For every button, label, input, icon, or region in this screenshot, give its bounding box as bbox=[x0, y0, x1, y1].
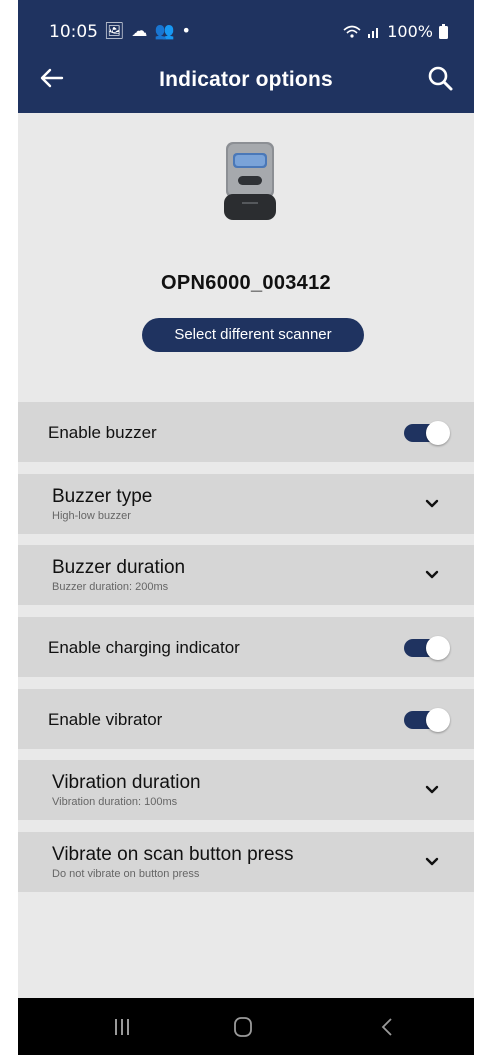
setting-label: Enable buzzer bbox=[48, 423, 157, 442]
select-different-scanner-button[interactable]: Select different scanner bbox=[142, 318, 364, 352]
setting-label: Vibration duration bbox=[52, 772, 201, 793]
toggle-knob bbox=[426, 636, 450, 660]
setting-value: Buzzer duration: 200ms bbox=[52, 581, 169, 593]
battery-icon bbox=[439, 24, 448, 39]
toggle-knob bbox=[426, 421, 450, 445]
signal-icon bbox=[368, 27, 379, 38]
setting-vibrate-on-scan-button-press[interactable]: Vibrate on scan button press Do not vibr… bbox=[18, 832, 474, 892]
phone-screen: 10:05 🖼 ☁ 👥 • 100% Indicator options OPN… bbox=[18, 0, 474, 1055]
search-icon[interactable] bbox=[426, 64, 454, 92]
home-icon[interactable] bbox=[232, 1016, 254, 1038]
setting-enable-buzzer[interactable]: Enable buzzer bbox=[18, 402, 474, 462]
toggle-knob bbox=[426, 708, 450, 732]
setting-label: Buzzer type bbox=[52, 486, 153, 507]
wifi-icon bbox=[343, 25, 361, 38]
setting-label: Buzzer duration bbox=[52, 557, 186, 578]
app-bar: Indicator options bbox=[18, 52, 474, 113]
enable-buzzer-toggle[interactable] bbox=[404, 421, 450, 445]
setting-buzzer-type[interactable]: Buzzer type High-low buzzer bbox=[18, 474, 474, 534]
recent-apps-icon[interactable] bbox=[114, 1018, 130, 1036]
setting-enable-vibrator[interactable]: Enable vibrator bbox=[18, 689, 474, 749]
system-nav-bar bbox=[18, 998, 474, 1055]
setting-value: Vibration duration: 100ms bbox=[52, 796, 178, 808]
enable-vibrator-toggle[interactable] bbox=[404, 708, 450, 732]
enable-charging-indicator-toggle[interactable] bbox=[404, 636, 450, 660]
scanner-name: OPN6000_003412 bbox=[161, 272, 331, 294]
scanner-device-image bbox=[224, 142, 276, 220]
chevron-down-icon[interactable] bbox=[424, 496, 440, 512]
back-nav-icon[interactable] bbox=[380, 1017, 394, 1037]
setting-value: Do not vibrate on button press bbox=[52, 868, 200, 880]
setting-label: Enable charging indicator bbox=[48, 638, 240, 657]
page-title: Indicator options bbox=[159, 68, 333, 91]
battery-text: 100% bbox=[387, 22, 433, 41]
status-bar: 10:05 🖼 ☁ 👥 • 100% bbox=[18, 0, 474, 60]
setting-value: High-low buzzer bbox=[52, 510, 131, 522]
setting-label: Vibrate on scan button press bbox=[52, 844, 294, 865]
notification-icons: 🖼 ☁ 👥 • bbox=[104, 21, 192, 40]
chevron-down-icon[interactable] bbox=[424, 567, 440, 583]
setting-buzzer-duration[interactable]: Buzzer duration Buzzer duration: 200ms bbox=[18, 545, 474, 605]
setting-enable-charging-indicator[interactable]: Enable charging indicator bbox=[18, 617, 474, 677]
chevron-down-icon[interactable] bbox=[424, 782, 440, 798]
chevron-down-icon[interactable] bbox=[424, 854, 440, 870]
setting-label: Enable vibrator bbox=[48, 710, 163, 729]
status-time: 10:05 bbox=[49, 22, 98, 42]
setting-vibration-duration[interactable]: Vibration duration Vibration duration: 1… bbox=[18, 760, 474, 820]
status-right: 100% bbox=[343, 22, 448, 41]
